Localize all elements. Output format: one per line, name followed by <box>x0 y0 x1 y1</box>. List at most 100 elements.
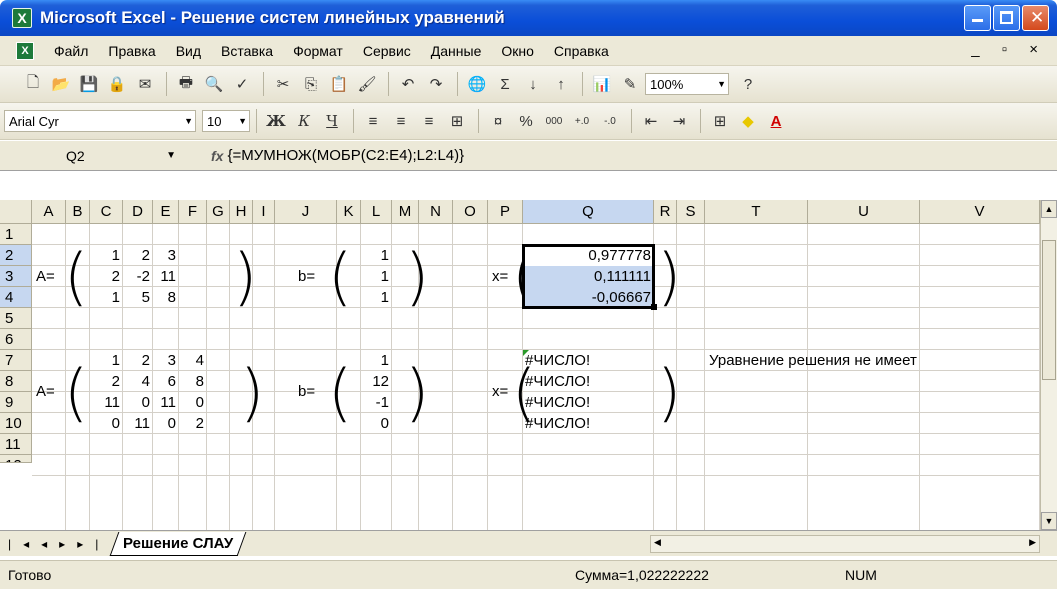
drawing-icon[interactable]: ✎ <box>617 71 643 97</box>
open-icon[interactable]: 📂 <box>48 71 74 97</box>
doc-window-controls[interactable]: _ ▫ × <box>971 41 1047 58</box>
print-icon[interactable]: 🖶 <box>173 71 199 97</box>
increase-decimal-icon[interactable]: +.0 <box>569 108 595 134</box>
column-header-c[interactable]: C <box>90 200 123 224</box>
column-header-e[interactable]: E <box>153 200 179 224</box>
menu-data[interactable]: Данные <box>421 43 492 59</box>
column-header-b[interactable]: B <box>66 200 90 224</box>
fill-color-icon[interactable]: ◆ <box>735 108 761 134</box>
column-header-d[interactable]: D <box>123 200 153 224</box>
decrease-indent-icon[interactable]: ⇤ <box>638 108 664 134</box>
row-header-5[interactable]: 5 <box>0 308 32 329</box>
menu-view[interactable]: Вид <box>166 43 211 59</box>
zoom-select[interactable]: 100% ▼ <box>645 73 729 95</box>
row-header-8[interactable]: 8 <box>0 371 32 392</box>
column-header-q[interactable]: Q <box>523 200 654 224</box>
row-header-4[interactable]: 4 <box>0 287 32 308</box>
scroll-down-icon[interactable]: ▼ <box>1041 512 1057 530</box>
permission-icon[interactable]: 🔒 <box>104 71 130 97</box>
column-header-f[interactable]: F <box>179 200 207 224</box>
column-header-t[interactable]: T <box>705 200 808 224</box>
paste-icon[interactable]: 📋 <box>326 71 352 97</box>
row-header-2[interactable]: 2 <box>0 245 32 266</box>
menu-file[interactable]: Файл <box>44 43 98 59</box>
font-select[interactable]: Arial Cyr ▼ <box>4 110 196 132</box>
name-box[interactable]: Q2 ▼ <box>6 144 181 168</box>
row-header-10[interactable]: 10 <box>0 413 32 434</box>
column-header-g[interactable]: G <box>207 200 230 224</box>
sort-descending-icon[interactable]: ↑ <box>548 71 574 97</box>
scroll-left-icon[interactable]: ◀ <box>654 537 661 548</box>
sort-ascending-icon[interactable]: ↓ <box>520 71 546 97</box>
font-color-icon[interactable]: A <box>763 108 789 134</box>
error-indicator[interactable] <box>523 350 529 356</box>
scroll-thumb[interactable] <box>1042 240 1056 380</box>
workbook-icon[interactable]: X <box>16 41 34 60</box>
column-header-n[interactable]: N <box>419 200 453 224</box>
chart-wizard-icon[interactable]: 📊 <box>589 71 615 97</box>
row-header-12[interactable]: 12 <box>0 455 32 463</box>
column-header-m[interactable]: M <box>392 200 419 224</box>
percent-icon[interactable]: % <box>513 108 539 134</box>
select-all-corner[interactable] <box>0 200 32 224</box>
decrease-decimal-icon[interactable]: -.0 <box>597 108 623 134</box>
underline-icon[interactable]: Ч <box>319 108 345 134</box>
print-preview-icon[interactable]: 🔍 <box>201 71 227 97</box>
tab-navigation-icons[interactable]: |◂◂▸▸| <box>8 537 110 551</box>
row-header-7[interactable]: 7 <box>0 350 32 371</box>
scroll-right-icon[interactable]: ▶ <box>1029 537 1036 548</box>
spelling-icon[interactable]: ✓ <box>229 71 255 97</box>
copy-icon[interactable]: ⎘ <box>298 71 324 97</box>
function-icon[interactable]: fx <box>211 148 223 164</box>
increase-indent-icon[interactable]: ⇥ <box>666 108 692 134</box>
menu-tools[interactable]: Сервис <box>353 43 421 59</box>
column-header-u[interactable]: U <box>808 200 920 224</box>
redo-icon[interactable]: ↷ <box>423 71 449 97</box>
email-icon[interactable]: ✉ <box>132 71 158 97</box>
column-header-i[interactable]: I <box>253 200 275 224</box>
column-header-r[interactable]: R <box>654 200 677 224</box>
column-header-k[interactable]: K <box>337 200 361 224</box>
row-header-3[interactable]: 3 <box>0 266 32 287</box>
new-icon[interactable]: 🗋 <box>20 71 46 97</box>
column-header-l[interactable]: L <box>361 200 392 224</box>
menu-edit[interactable]: Правка <box>98 43 165 59</box>
minimize-button[interactable] <box>964 5 991 31</box>
horizontal-scrollbar[interactable]: ◀ ▶ <box>650 535 1040 553</box>
align-left-icon[interactable]: ≡ <box>360 108 386 134</box>
italic-icon[interactable]: К <box>291 108 317 134</box>
row-header-11[interactable]: 11 <box>0 434 32 455</box>
formula-input[interactable]: {=МУМНОЖ(МОБР(C2:E4);L2:L4)} <box>227 147 464 164</box>
menu-window[interactable]: Окно <box>491 43 544 59</box>
row-header-9[interactable]: 9 <box>0 392 32 413</box>
column-header-p[interactable]: P <box>488 200 523 224</box>
bold-icon[interactable]: Ж <box>263 108 289 134</box>
hyperlink-icon[interactable]: 🌐 <box>464 71 490 97</box>
column-header-j[interactable]: J <box>275 200 337 224</box>
menu-insert[interactable]: Вставка <box>211 43 283 59</box>
align-center-icon[interactable]: ≡ <box>388 108 414 134</box>
menu-format[interactable]: Формат <box>283 43 353 59</box>
column-header-s[interactable]: S <box>677 200 705 224</box>
save-icon[interactable]: 💾 <box>76 71 102 97</box>
column-header-o[interactable]: O <box>453 200 488 224</box>
thousands-icon[interactable]: 000 <box>541 108 567 134</box>
row-header-1[interactable]: 1 <box>0 224 32 245</box>
format-painter-icon[interactable]: 🖌 <box>354 71 380 97</box>
font-size-select[interactable]: 10 ▼ <box>202 110 250 132</box>
autosum-icon[interactable]: Σ <box>492 71 518 97</box>
vertical-scrollbar[interactable]: ▲ ▼ <box>1040 200 1057 530</box>
close-button[interactable]: ✕ <box>1022 5 1049 31</box>
tab-sheet-solve[interactable]: Решение СЛАУ <box>109 531 247 556</box>
column-header-v[interactable]: V <box>920 200 1040 224</box>
merge-center-icon[interactable]: ⊞ <box>444 108 470 134</box>
maximize-button[interactable] <box>993 5 1020 31</box>
align-right-icon[interactable]: ≡ <box>416 108 442 134</box>
scroll-up-icon[interactable]: ▲ <box>1041 200 1057 218</box>
cut-icon[interactable]: ✂ <box>270 71 296 97</box>
menu-help[interactable]: Справка <box>544 43 619 59</box>
column-header-h[interactable]: H <box>230 200 253 224</box>
undo-icon[interactable]: ↶ <box>395 71 421 97</box>
currency-icon[interactable]: ¤ <box>485 108 511 134</box>
borders-icon[interactable]: ⊞ <box>707 108 733 134</box>
